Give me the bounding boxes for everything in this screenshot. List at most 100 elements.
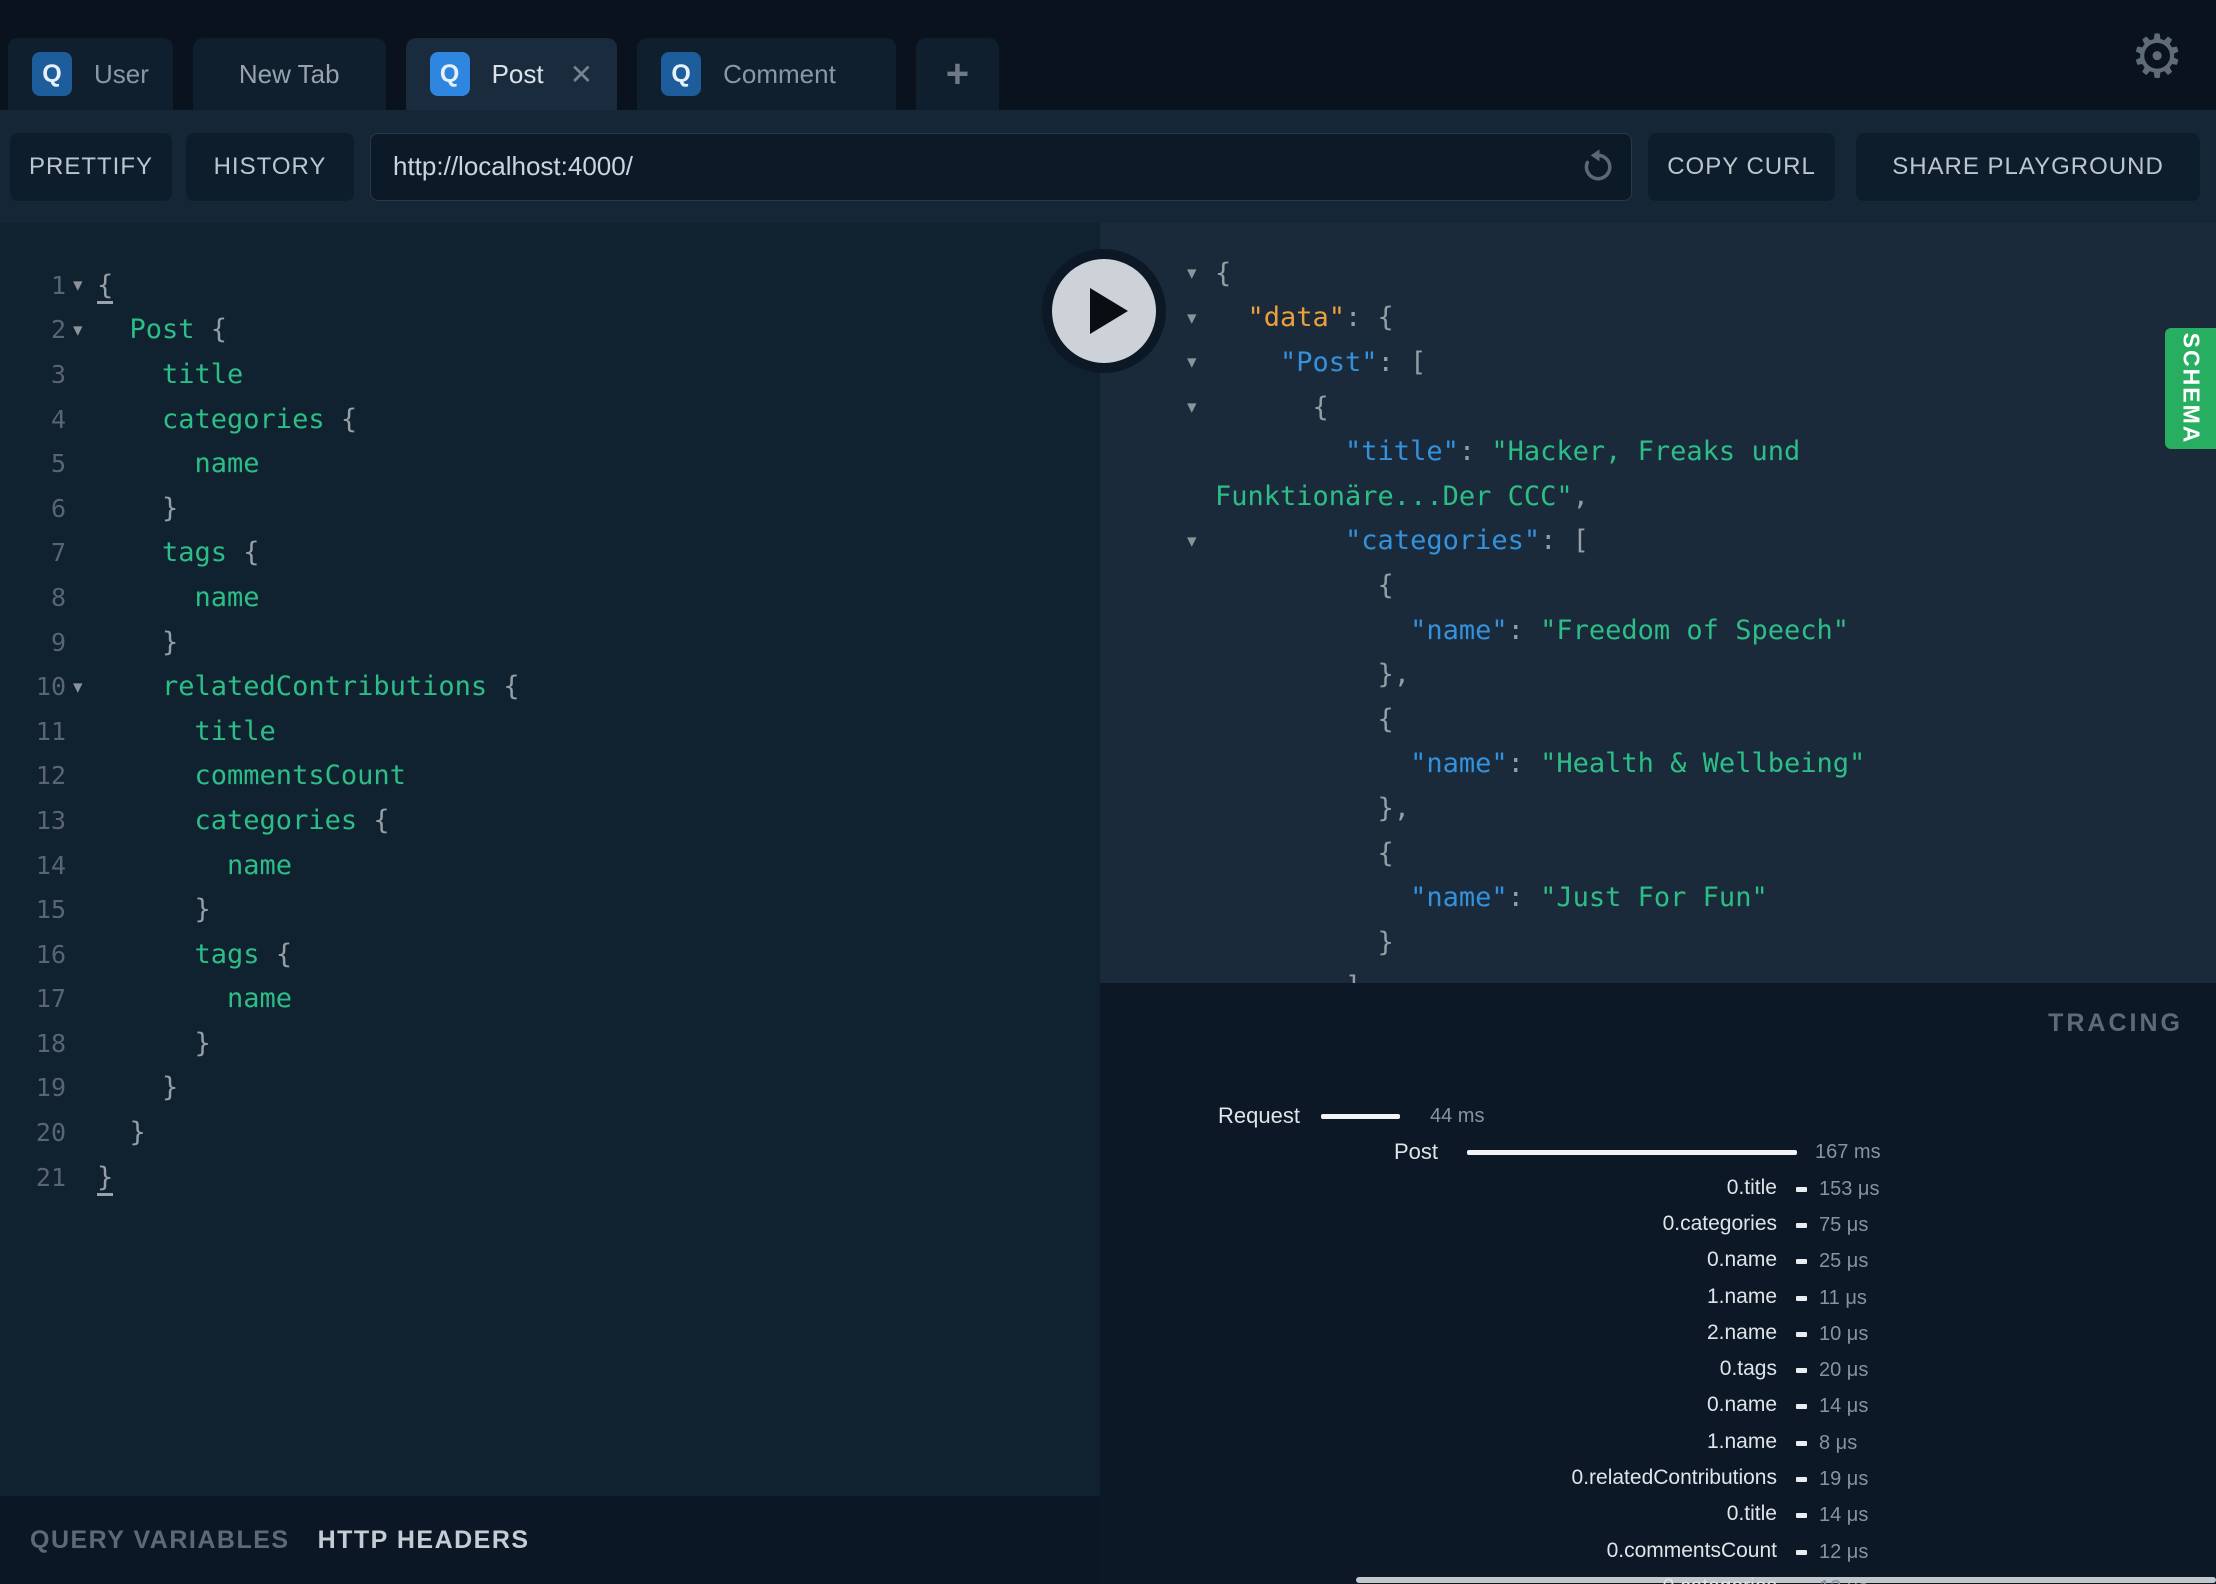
code-text: } xyxy=(97,492,179,524)
close-icon[interactable]: ✕ xyxy=(570,58,593,91)
code-line: 11 title xyxy=(0,709,1100,754)
fold-arrow-icon[interactable]: ▾ xyxy=(66,319,97,341)
trace-label: 0.categories xyxy=(1663,1575,1777,1584)
trace-duration: 14 μs xyxy=(1819,1504,1869,1526)
fold-arrow-icon[interactable]: ▾ xyxy=(66,676,97,698)
play-button-disc xyxy=(1052,259,1156,363)
prettify-button[interactable]: PRETTIFY xyxy=(10,132,172,201)
tab-user[interactable]: Q User xyxy=(8,38,173,110)
code-text: tags { xyxy=(97,938,293,970)
code-line: { xyxy=(1100,697,2216,742)
trace-row: 1.name 11 μs xyxy=(1100,1285,2216,1315)
code-line: 3 title xyxy=(0,352,1100,397)
code-line: 16 tags { xyxy=(0,932,1100,977)
query-badge-icon: Q xyxy=(429,52,470,96)
line-number: 4 xyxy=(50,404,66,434)
trace-duration: 10 μs xyxy=(1819,1323,1869,1345)
graphql-playground-window: Q User New Tab Q Post ✕ Q Comment + ⚙ PR… xyxy=(0,0,2216,1584)
copy-curl-button[interactable]: COPY CURL xyxy=(1648,132,1835,201)
code-text: name xyxy=(97,581,260,613)
fold-arrow-icon[interactable]: ▾ xyxy=(1187,351,1215,373)
tab-post[interactable]: Q Post ✕ xyxy=(405,38,618,110)
response-viewer[interactable]: ▾{▾ "data": {▾ "Post": [▾ { "title": "Ha… xyxy=(1100,223,2216,983)
line-number: 14 xyxy=(35,850,66,880)
code-text: relatedContributions { xyxy=(97,671,520,703)
line-number: 6 xyxy=(50,493,66,523)
query-editor[interactable]: 1 ▾{2 ▾ Post {3 title 4 categories {5 name 6… xyxy=(0,223,1100,1496)
code-line: 5 name xyxy=(0,441,1100,486)
code-text: name xyxy=(97,849,293,881)
trace-row: 2.name 10 μs xyxy=(1100,1321,2216,1351)
code-line: { xyxy=(1100,831,2216,876)
trace-row: 0.categories 13 μs xyxy=(1100,1575,2216,1584)
trace-duration: 12 μs xyxy=(1819,1541,1869,1563)
code-text: } xyxy=(97,626,179,658)
line-number: 2 xyxy=(50,315,66,345)
tab-new-tab[interactable]: New Tab xyxy=(192,38,386,110)
trace-duration: 25 μs xyxy=(1819,1250,1869,1272)
code-text: "categories": [ xyxy=(1215,525,1589,557)
add-tab-button[interactable]: + xyxy=(915,38,1000,110)
line-number: 17 xyxy=(35,984,66,1014)
code-line: 14 name xyxy=(0,843,1100,888)
code-text: tags { xyxy=(97,537,260,569)
code-line: ] xyxy=(1100,965,2216,983)
trace-duration-dash xyxy=(1796,1441,1807,1446)
refresh-icon[interactable] xyxy=(1578,147,1618,187)
trace-label: 0.relatedContributions xyxy=(1571,1466,1777,1489)
settings-gear-icon[interactable]: ⚙ xyxy=(2130,22,2184,92)
trace-row: 0.title 14 μs xyxy=(1100,1502,2216,1532)
tab-query-variables[interactable]: QUERY VARIABLES xyxy=(30,1526,290,1555)
trace-duration-bar xyxy=(1467,1150,1797,1155)
code-line: 17 name xyxy=(0,977,1100,1022)
tab-http-headers[interactable]: HTTP HEADERS xyxy=(318,1526,530,1555)
code-text: "name": "Health & Wellbeing" xyxy=(1215,748,1866,780)
history-button[interactable]: HISTORY xyxy=(186,132,354,201)
tab-bar: Q User New Tab Q Post ✕ Q Comment + ⚙ xyxy=(0,0,2216,110)
code-text: }, xyxy=(1215,792,1411,824)
code-line: 15 } xyxy=(0,887,1100,932)
code-line: 7 tags { xyxy=(0,531,1100,576)
code-text: name xyxy=(97,983,293,1015)
tab-comment[interactable]: Q Comment xyxy=(637,38,896,110)
trace-row: 0.name 25 μs xyxy=(1100,1248,2216,1278)
trace-label: 0.categories xyxy=(1662,1212,1777,1235)
code-text: } xyxy=(97,1027,211,1059)
line-number: 1 xyxy=(50,270,66,300)
code-text: Post { xyxy=(97,314,228,346)
trace-duration-dash xyxy=(1796,1404,1807,1409)
fold-arrow-icon[interactable]: ▾ xyxy=(1187,530,1215,552)
line-number: 15 xyxy=(35,895,66,925)
trace-duration-dash xyxy=(1796,1332,1807,1337)
fold-arrow-icon[interactable]: ▾ xyxy=(1187,262,1215,284)
line-number: 11 xyxy=(35,716,66,746)
line-number: 12 xyxy=(35,761,66,791)
tracing-title: TRACING xyxy=(2048,1009,2183,1037)
code-text: { xyxy=(1215,391,1329,423)
code-text: { xyxy=(97,269,114,304)
code-line: 4 categories { xyxy=(0,397,1100,442)
trace-duration: 75 μs xyxy=(1819,1214,1869,1236)
endpoint-url-field xyxy=(370,132,1632,201)
fold-arrow-icon[interactable]: ▾ xyxy=(66,274,97,296)
trace-row: Post 167 ms xyxy=(1100,1139,2216,1169)
endpoint-url-input[interactable] xyxy=(370,132,1632,201)
share-playground-button[interactable]: SHARE PLAYGROUND xyxy=(1856,132,2200,201)
code-line: ▾ "Post": [ xyxy=(1100,340,2216,385)
code-text: "title": "Hacker, Freaks und xyxy=(1215,436,1801,468)
trace-row: 0.categories 75 μs xyxy=(1100,1212,2216,1242)
trace-label: 0.title xyxy=(1726,1176,1777,1199)
query-badge-icon: Q xyxy=(661,52,702,96)
line-number: 3 xyxy=(50,359,66,389)
code-line: ▾ "data": { xyxy=(1100,296,2216,341)
execute-query-button[interactable] xyxy=(1042,249,1166,373)
schema-side-tab[interactable]: SCHEMA xyxy=(2165,328,2216,449)
fold-arrow-icon[interactable]: ▾ xyxy=(1187,396,1215,418)
line-number: 16 xyxy=(35,939,66,969)
trace-duration: 14 μs xyxy=(1819,1395,1869,1417)
code-line: }, xyxy=(1100,786,2216,831)
trace-duration: 167 ms xyxy=(1815,1141,1881,1163)
trace-label: 2.name xyxy=(1706,1321,1777,1344)
trace-label: 0.title xyxy=(1726,1502,1777,1525)
fold-arrow-icon[interactable]: ▾ xyxy=(1187,307,1215,329)
